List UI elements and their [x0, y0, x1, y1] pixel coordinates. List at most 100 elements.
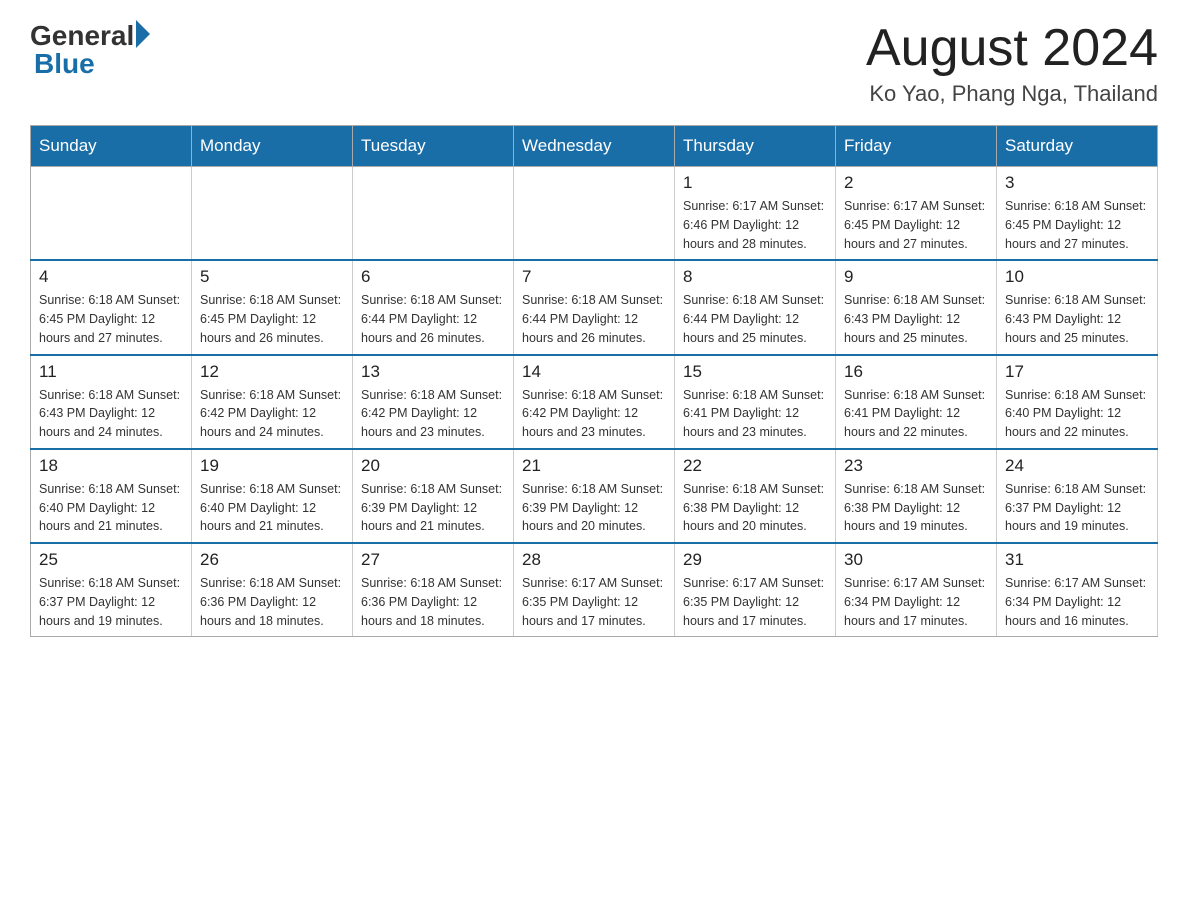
- table-row: 23 Sunrise: 6:18 AM Sunset: 6:38 PM Dayli…: [836, 449, 997, 543]
- day-number: 17: [1005, 362, 1149, 382]
- table-row: 11 Sunrise: 6:18 AM Sunset: 6:43 PM Dayli…: [31, 355, 192, 449]
- table-row: 20Sunrise: 6:18 AM Sunset: 6:39 PM Dayli…: [353, 449, 514, 543]
- table-row: [353, 167, 514, 261]
- header-sunday: Sunday: [31, 126, 192, 167]
- table-row: 5 Sunrise: 6:18 AM Sunset: 6:45 PM Daylig…: [192, 260, 353, 354]
- day-info: Sunrise: 6:18 AM Sunset: 6:39 PM Dayligh…: [522, 480, 666, 536]
- day-number: 22: [683, 456, 827, 476]
- day-number: 19: [200, 456, 344, 476]
- day-number: 12: [200, 362, 344, 382]
- day-info: Sunrise: 6:18 AM Sunset: 6:38 PM Dayligh…: [844, 480, 988, 536]
- header-friday: Friday: [836, 126, 997, 167]
- page-header: General Blue August 2024 Ko Yao, Phang N…: [30, 20, 1158, 107]
- day-number: 15: [683, 362, 827, 382]
- day-info: Sunrise: 6:17 AM Sunset: 6:35 PM Dayligh…: [683, 574, 827, 630]
- day-number: 2: [844, 173, 988, 193]
- day-info: Sunrise: 6:18 AM Sunset: 6:45 PM Dayligh…: [1005, 197, 1149, 253]
- day-info: Sunrise: 6:18 AM Sunset: 6:41 PM Dayligh…: [683, 386, 827, 442]
- day-info: Sunrise: 6:18 AM Sunset: 6:38 PM Dayligh…: [683, 480, 827, 536]
- day-number: 4: [39, 267, 183, 287]
- location-subtitle: Ko Yao, Phang Nga, Thailand: [866, 81, 1158, 107]
- day-info: Sunrise: 6:18 AM Sunset: 6:43 PM Dayligh…: [844, 291, 988, 347]
- table-row: 27Sunrise: 6:18 AM Sunset: 6:36 PM Dayli…: [353, 543, 514, 637]
- day-info: Sunrise: 6:18 AM Sunset: 6:42 PM Dayligh…: [361, 386, 505, 442]
- calendar-week-row: 25 Sunrise: 6:18 AM Sunset: 6:37 PM Dayli…: [31, 543, 1158, 637]
- day-number: 1: [683, 173, 827, 193]
- day-info: Sunrise: 6:18 AM Sunset: 6:36 PM Dayligh…: [361, 574, 505, 630]
- day-info: Sunrise: 6:17 AM Sunset: 6:35 PM Dayligh…: [522, 574, 666, 630]
- day-info: Sunrise: 6:18 AM Sunset: 6:40 PM Dayligh…: [1005, 386, 1149, 442]
- table-row: 4 Sunrise: 6:18 AM Sunset: 6:45 PM Daylig…: [31, 260, 192, 354]
- day-info: Sunrise: 6:18 AM Sunset: 6:42 PM Dayligh…: [522, 386, 666, 442]
- day-number: 7: [522, 267, 666, 287]
- table-row: 19 Sunrise: 6:18 AM Sunset: 6:40 PM Dayli…: [192, 449, 353, 543]
- table-row: 21 Sunrise: 6:18 AM Sunset: 6:39 PM Dayli…: [514, 449, 675, 543]
- table-row: 13 Sunrise: 6:18 AM Sunset: 6:42 PM Dayli…: [353, 355, 514, 449]
- day-info: Sunrise: 6:18 AM Sunset: 6:45 PM Dayligh…: [200, 291, 344, 347]
- table-row: 10Sunrise: 6:18 AM Sunset: 6:43 PM Dayli…: [997, 260, 1158, 354]
- title-section: August 2024 Ko Yao, Phang Nga, Thailand: [866, 20, 1158, 107]
- table-row: 8Sunrise: 6:18 AM Sunset: 6:44 PM Daylig…: [675, 260, 836, 354]
- table-row: 31 Sunrise: 6:17 AM Sunset: 6:34 PM Dayli…: [997, 543, 1158, 637]
- table-row: 30 Sunrise: 6:17 AM Sunset: 6:34 PM Dayli…: [836, 543, 997, 637]
- table-row: 29 Sunrise: 6:17 AM Sunset: 6:35 PM Dayli…: [675, 543, 836, 637]
- weekday-header-row: Sunday Monday Tuesday Wednesday Thursday…: [31, 126, 1158, 167]
- day-number: 31: [1005, 550, 1149, 570]
- table-row: 17 Sunrise: 6:18 AM Sunset: 6:40 PM Dayli…: [997, 355, 1158, 449]
- month-year-title: August 2024: [866, 20, 1158, 77]
- header-monday: Monday: [192, 126, 353, 167]
- day-info: Sunrise: 6:17 AM Sunset: 6:46 PM Dayligh…: [683, 197, 827, 253]
- day-info: Sunrise: 6:17 AM Sunset: 6:34 PM Dayligh…: [1005, 574, 1149, 630]
- day-number: 9: [844, 267, 988, 287]
- day-number: 13: [361, 362, 505, 382]
- table-row: 2 Sunrise: 6:17 AM Sunset: 6:45 PM Daylig…: [836, 167, 997, 261]
- day-info: Sunrise: 6:18 AM Sunset: 6:43 PM Dayligh…: [1005, 291, 1149, 347]
- table-row: 28Sunrise: 6:17 AM Sunset: 6:35 PM Dayli…: [514, 543, 675, 637]
- day-number: 3: [1005, 173, 1149, 193]
- day-number: 21: [522, 456, 666, 476]
- table-row: [31, 167, 192, 261]
- day-number: 24: [1005, 456, 1149, 476]
- day-number: 5: [200, 267, 344, 287]
- day-info: Sunrise: 6:18 AM Sunset: 6:37 PM Dayligh…: [1005, 480, 1149, 536]
- header-tuesday: Tuesday: [353, 126, 514, 167]
- header-thursday: Thursday: [675, 126, 836, 167]
- day-info: Sunrise: 6:18 AM Sunset: 6:41 PM Dayligh…: [844, 386, 988, 442]
- day-number: 18: [39, 456, 183, 476]
- day-info: Sunrise: 6:18 AM Sunset: 6:44 PM Dayligh…: [361, 291, 505, 347]
- table-row: 7 Sunrise: 6:18 AM Sunset: 6:44 PM Daylig…: [514, 260, 675, 354]
- day-number: 11: [39, 362, 183, 382]
- table-row: 24 Sunrise: 6:18 AM Sunset: 6:37 PM Dayli…: [997, 449, 1158, 543]
- day-number: 23: [844, 456, 988, 476]
- table-row: [192, 167, 353, 261]
- day-info: Sunrise: 6:18 AM Sunset: 6:40 PM Dayligh…: [200, 480, 344, 536]
- day-info: Sunrise: 6:18 AM Sunset: 6:45 PM Dayligh…: [39, 291, 183, 347]
- table-row: 9 Sunrise: 6:18 AM Sunset: 6:43 PM Daylig…: [836, 260, 997, 354]
- day-number: 30: [844, 550, 988, 570]
- calendar-table: Sunday Monday Tuesday Wednesday Thursday…: [30, 125, 1158, 637]
- table-row: 12 Sunrise: 6:18 AM Sunset: 6:42 PM Dayli…: [192, 355, 353, 449]
- table-row: 26Sunrise: 6:18 AM Sunset: 6:36 PM Dayli…: [192, 543, 353, 637]
- logo: General Blue: [30, 20, 150, 80]
- table-row: 25 Sunrise: 6:18 AM Sunset: 6:37 PM Dayli…: [31, 543, 192, 637]
- day-info: Sunrise: 6:17 AM Sunset: 6:34 PM Dayligh…: [844, 574, 988, 630]
- day-number: 25: [39, 550, 183, 570]
- day-info: Sunrise: 6:18 AM Sunset: 6:40 PM Dayligh…: [39, 480, 183, 536]
- day-info: Sunrise: 6:18 AM Sunset: 6:44 PM Dayligh…: [522, 291, 666, 347]
- calendar-week-row: 18 Sunrise: 6:18 AM Sunset: 6:40 PM Dayli…: [31, 449, 1158, 543]
- calendar-week-row: 4 Sunrise: 6:18 AM Sunset: 6:45 PM Daylig…: [31, 260, 1158, 354]
- table-row: 22 Sunrise: 6:18 AM Sunset: 6:38 PM Dayli…: [675, 449, 836, 543]
- day-number: 29: [683, 550, 827, 570]
- day-info: Sunrise: 6:18 AM Sunset: 6:37 PM Dayligh…: [39, 574, 183, 630]
- day-info: Sunrise: 6:18 AM Sunset: 6:42 PM Dayligh…: [200, 386, 344, 442]
- logo-arrow-icon: [136, 20, 150, 48]
- calendar-week-row: 1 Sunrise: 6:17 AM Sunset: 6:46 PM Daylig…: [31, 167, 1158, 261]
- table-row: 16Sunrise: 6:18 AM Sunset: 6:41 PM Dayli…: [836, 355, 997, 449]
- day-number: 14: [522, 362, 666, 382]
- calendar-week-row: 11 Sunrise: 6:18 AM Sunset: 6:43 PM Dayli…: [31, 355, 1158, 449]
- logo-blue-text: Blue: [34, 48, 95, 80]
- day-info: Sunrise: 6:18 AM Sunset: 6:39 PM Dayligh…: [361, 480, 505, 536]
- day-info: Sunrise: 6:17 AM Sunset: 6:45 PM Dayligh…: [844, 197, 988, 253]
- table-row: 1 Sunrise: 6:17 AM Sunset: 6:46 PM Daylig…: [675, 167, 836, 261]
- day-info: Sunrise: 6:18 AM Sunset: 6:43 PM Dayligh…: [39, 386, 183, 442]
